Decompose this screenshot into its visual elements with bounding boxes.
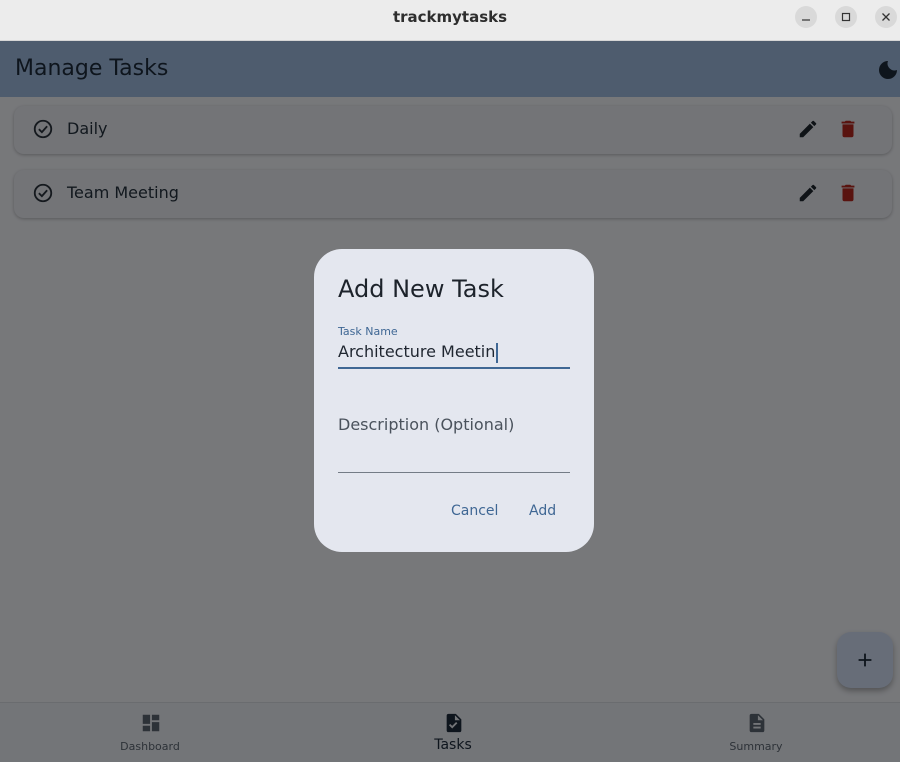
- add-task-dialog: Add New Task Task Name Architecture Meet…: [314, 249, 594, 552]
- dialog-title: Add New Task: [338, 275, 504, 303]
- close-icon: [882, 13, 890, 21]
- text-cursor: [496, 342, 499, 363]
- description-placeholder: Description (Optional): [338, 415, 515, 434]
- description-field[interactable]: Description (Optional): [338, 413, 570, 473]
- window-title: trackmytasks: [392, 8, 508, 26]
- close-button[interactable]: [875, 6, 897, 28]
- minimize-icon: [802, 19, 810, 21]
- cancel-button[interactable]: Cancel: [451, 503, 498, 519]
- minimize-button[interactable]: [795, 6, 817, 28]
- window-titlebar: trackmytasks: [0, 0, 900, 41]
- task-name-value: Architecture Meetin: [338, 342, 496, 361]
- task-name-input[interactable]: Architecture Meetin: [338, 342, 499, 363]
- maximize-icon: [841, 12, 851, 22]
- add-button[interactable]: Add: [529, 503, 556, 519]
- task-name-label: Task Name: [338, 325, 398, 338]
- task-name-field[interactable]: Task Name Architecture Meetin: [338, 325, 570, 369]
- maximize-button[interactable]: [835, 6, 857, 28]
